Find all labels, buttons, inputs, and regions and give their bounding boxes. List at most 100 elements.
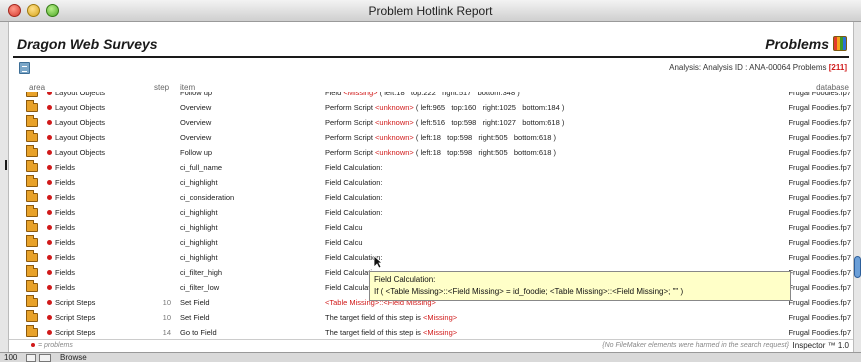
row-database: Frugal Foodies.fp7: [788, 193, 851, 202]
row-database: Frugal Foodies.fp7: [788, 118, 851, 127]
table-row[interactable]: Fields ci_highlight Field Calculation: Frug…: [9, 205, 855, 220]
row-detail-text: Field: [325, 92, 344, 97]
zoom-button[interactable]: [26, 354, 36, 362]
folder-icon[interactable]: [26, 205, 38, 217]
row-item: ci_filter_low: [180, 283, 220, 292]
row-area: Fields: [55, 208, 76, 217]
table-row[interactable]: Layout Objects Overview Perform Script <un…: [9, 130, 855, 145]
problem-dot-icon: [47, 120, 52, 125]
document-icon[interactable]: [19, 62, 30, 74]
folder-icon[interactable]: [26, 130, 38, 142]
row-area: Fields: [55, 253, 76, 262]
row-detail-text: The target field of this step is: [325, 313, 423, 322]
row-detail-text: Field Calcu: [325, 223, 363, 232]
folder-icon[interactable]: [26, 280, 38, 292]
problem-dot-icon: [47, 330, 52, 335]
folder-icon[interactable]: [26, 100, 38, 112]
table-row[interactable]: Fields ci_highlight Field Calcu Frugal Food…: [9, 220, 855, 235]
column-header-area[interactable]: area: [29, 83, 45, 92]
row-detail-missing: <unknown>: [375, 118, 414, 127]
table-row[interactable]: Layout Objects Overview Perform Script <un…: [9, 100, 855, 115]
zoom-level[interactable]: 100: [4, 353, 17, 362]
table-row[interactable]: Fields ci_highlight Field Calcu Frugal Food…: [9, 235, 855, 250]
folder-icon[interactable]: [26, 265, 38, 277]
folder-icon[interactable]: [26, 160, 38, 172]
problem-dot-icon: [47, 255, 52, 260]
left-edge-marker: [5, 160, 7, 170]
row-detail-text: Field Calculation:: [325, 178, 383, 187]
analysis-text: Analysis: Analysis ID : ANA-00064 Proble…: [669, 63, 827, 72]
row-database: Frugal Foodies.fp7: [788, 148, 851, 157]
folder-icon[interactable]: [26, 325, 38, 337]
row-database: Frugal Foodies.fp7: [788, 328, 851, 337]
row-item: Overview: [180, 118, 212, 127]
row-detail-missing: <unknown>: [375, 133, 414, 142]
row-database: Frugal Foodies.fp7: [788, 92, 851, 97]
folder-icon[interactable]: [26, 115, 38, 127]
folder-icon[interactable]: [26, 220, 38, 232]
row-item: Follow up: [180, 92, 213, 97]
problem-dot-icon: [47, 315, 52, 320]
row-detail-text: Perform Script: [325, 148, 376, 157]
table-row[interactable]: Fields ci_consideration Field Calculation:…: [9, 190, 855, 205]
folder-icon[interactable]: [26, 145, 38, 157]
problem-dot-icon: [47, 165, 52, 170]
row-detail-location: ( left:965 top:160 right:1025 bottom:184…: [413, 103, 565, 112]
folder-icon[interactable]: [26, 175, 38, 187]
row-item: Overview: [180, 103, 212, 112]
problem-dot-icon: [47, 135, 52, 140]
table-row[interactable]: Layout Objects Follow up Perform Script <u…: [9, 145, 855, 160]
row-item: ci_filter_high: [180, 268, 223, 277]
cursor-icon: [373, 255, 383, 269]
problem-dot-icon: [47, 225, 52, 230]
row-database: Frugal Foodies.fp7: [788, 268, 851, 277]
table-row[interactable]: Layout Objects Overview Perform Script <un…: [9, 115, 855, 130]
row-area: Fields: [55, 283, 76, 292]
scrollbar-thumb[interactable]: [854, 256, 861, 278]
column-header-item[interactable]: item: [180, 83, 195, 92]
inspector-version: Inspector ™ 1.0: [792, 341, 849, 350]
row-detail-missing: <Missing>: [422, 328, 458, 337]
status-area-toggle[interactable]: [39, 354, 51, 362]
table-row[interactable]: Fields ci_highlight Field Calculation: Frug…: [9, 250, 855, 265]
table-row[interactable]: Script Steps 14 Go to Field The target fiel…: [9, 325, 855, 339]
problems-icon: [833, 36, 847, 51]
problem-dot-icon: [31, 343, 35, 348]
folder-icon[interactable]: [26, 250, 38, 262]
column-header-step[interactable]: step: [154, 83, 169, 92]
row-detail-text: Field Calculation:: [325, 193, 383, 202]
folder-icon[interactable]: [26, 92, 38, 97]
row-area: Fields: [55, 178, 76, 187]
problem-dot-icon: [47, 150, 52, 155]
row-item: Follow up: [180, 148, 213, 157]
table-row[interactable]: Fields ci_full_name Field Calculation: Frug…: [9, 160, 855, 175]
title-bar: Problem Hotlink Report: [0, 0, 861, 22]
row-area: Layout Objects: [55, 133, 106, 142]
row-detail-missing: <unknown>: [375, 148, 414, 157]
problem-dot-icon: [47, 270, 52, 275]
folder-icon[interactable]: [26, 310, 38, 322]
footer-divider: [9, 339, 853, 340]
row-detail-location: ( left:516 top:598 right:1027 bottom:618…: [413, 118, 565, 127]
problem-dot-icon: [47, 240, 52, 245]
row-detail: Field Calcu: [325, 223, 363, 232]
row-database: Frugal Foodies.fp7: [788, 163, 851, 172]
row-area: Fields: [55, 223, 76, 232]
column-header-database[interactable]: database: [816, 83, 849, 92]
row-detail: The target field of this step is <Missin…: [325, 328, 457, 337]
footer-note: {No FileMaker elements were harmed in th…: [602, 342, 789, 349]
table-row[interactable]: Layout Objects Follow up Field <Missing> (…: [9, 92, 855, 100]
folder-icon[interactable]: [26, 295, 38, 307]
table-row[interactable]: Script Steps 10 Set Field The target field …: [9, 310, 855, 325]
row-database: Frugal Foodies.fp7: [788, 238, 851, 247]
row-detail: Field <Missing> ( left:18 top:222 right:…: [325, 92, 520, 97]
folder-icon[interactable]: [26, 190, 38, 202]
row-step: 10: [162, 313, 171, 322]
row-area: Layout Objects: [55, 92, 106, 97]
row-database: Frugal Foodies.fp7: [788, 103, 851, 112]
table-row[interactable]: Fields ci_highlight Field Calculation: Frug…: [9, 175, 855, 190]
folder-icon[interactable]: [26, 235, 38, 247]
row-area: Layout Objects: [55, 103, 106, 112]
problem-dot-icon: [47, 105, 52, 110]
row-item: ci_full_name: [180, 163, 223, 172]
